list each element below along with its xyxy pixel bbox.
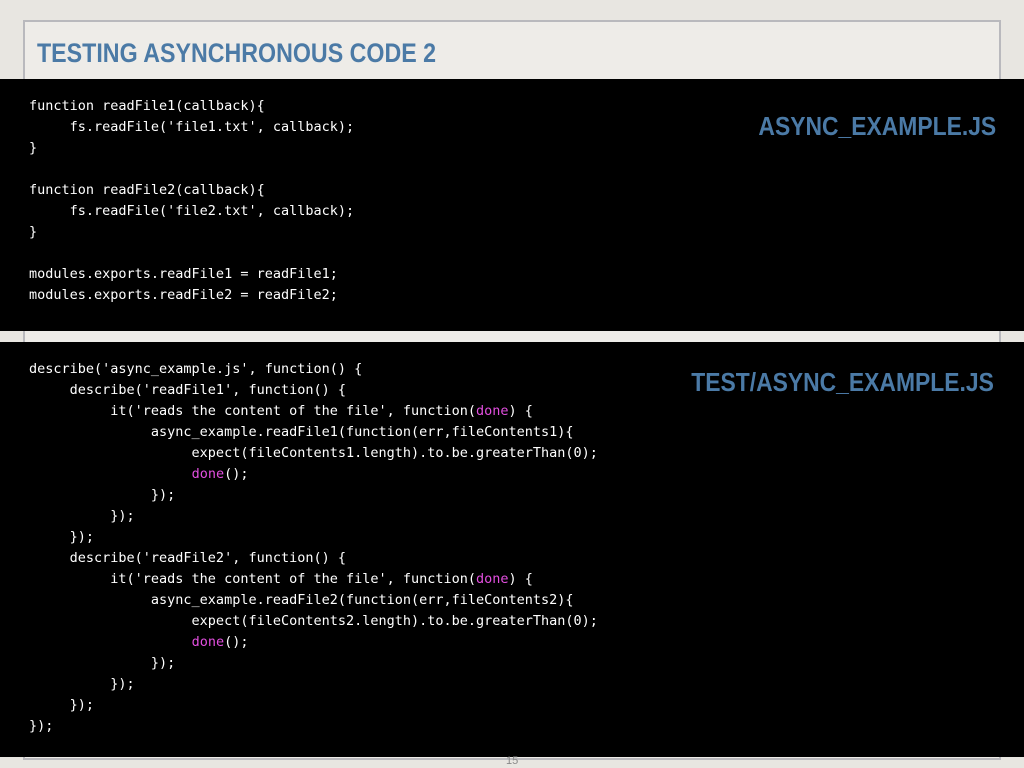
code-line-line: function readFile1(callback){: [29, 98, 265, 114]
code-block-test-async-example: describe('async_example.js', function() …: [29, 359, 598, 737]
test-code-line-line: describe('async_example.js', function() …: [29, 361, 363, 377]
test-code-line-line: });: [29, 508, 135, 524]
test-code-line-line: expect(fileContents1.length).to.be.great…: [29, 445, 598, 461]
test-code-line-line: });: [29, 529, 95, 545]
test-code-line-line: it('reads the content of the file', func…: [29, 403, 533, 419]
code-line-line: function readFile2(callback){: [29, 182, 265, 198]
test-code-line-line: expect(fileContents2.length).to.be.great…: [29, 613, 598, 629]
test-code-line-line: });: [29, 676, 135, 692]
code-line-line: }: [29, 224, 38, 240]
keyword-done: done: [191, 466, 225, 482]
code-block-async-example: function readFile1(callback){ fs.readFil…: [29, 96, 354, 306]
keyword-done: done: [476, 403, 509, 419]
test-code-line-line: describe('readFile1', function() {: [29, 382, 346, 398]
test-code-line-line: it('reads the content of the file', func…: [29, 571, 533, 587]
keyword-done: done: [191, 634, 225, 650]
test-code-line-line: describe('readFile2', function() {: [29, 550, 346, 566]
test-code-line-line: async_example.readFile1(function(err,fil…: [29, 424, 574, 440]
code-panel-test-async-example: describe('async_example.js', function() …: [0, 342, 1024, 757]
code-panel-async-example: function readFile1(callback){ fs.readFil…: [0, 79, 1024, 331]
file-label-test-async-example: TEST/ASYNC_EXAMPLE.JS: [691, 367, 994, 397]
test-code-line-line: done();: [191, 466, 249, 482]
file-label-async-example: ASYNC_EXAMPLE.JS: [758, 111, 996, 141]
code-line-line: fs.readFile('file1.txt', callback);: [29, 119, 355, 135]
test-code-line-line: });: [29, 718, 54, 734]
code-line-line: modules.exports.readFile2 = readFile2;: [29, 287, 338, 303]
page-number: 15: [506, 755, 519, 767]
test-code-line-line: });: [29, 697, 95, 713]
slide-title: TESTING ASYNCHRONOUS CODE 2: [37, 38, 437, 68]
code-line-line: fs.readFile('file2.txt', callback);: [29, 203, 355, 219]
test-code-line-line: });: [29, 487, 176, 503]
test-code-line-line: });: [29, 655, 176, 671]
code-line-line: }: [29, 140, 38, 156]
test-code-line-line: async_example.readFile2(function(err,fil…: [29, 592, 574, 608]
test-code-line-line: done();: [191, 634, 249, 650]
keyword-done: done: [476, 571, 509, 587]
code-line-line: modules.exports.readFile1 = readFile1;: [29, 266, 338, 282]
